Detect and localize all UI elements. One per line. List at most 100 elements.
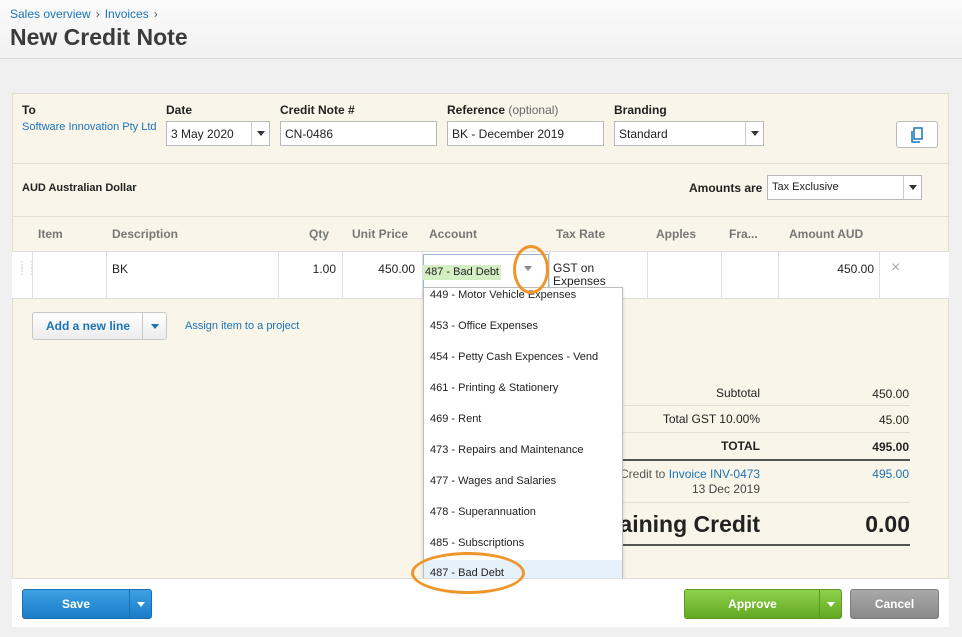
dropdown-option[interactable]: 485 - Subscriptions xyxy=(424,530,622,561)
chevron-down-icon xyxy=(524,266,532,271)
subtotal-label: Subtotal xyxy=(715,386,760,400)
breadcrumb-separator: › xyxy=(153,7,158,21)
credit-to-prefix: Credit to xyxy=(620,467,666,481)
remaining-credit-value: 0.00 xyxy=(865,511,910,537)
branding-value: Standard xyxy=(619,127,668,141)
reference-optional: (optional) xyxy=(508,103,559,117)
chevron-down-icon xyxy=(256,131,265,136)
total-value: 495.00 xyxy=(872,440,909,454)
add-line-options-button[interactable] xyxy=(142,313,166,339)
dropdown-option[interactable]: 453 - Office Expenses xyxy=(424,313,622,344)
amounts-are-value: Tax Exclusive xyxy=(772,181,839,193)
reference-label-text: Reference xyxy=(447,103,506,117)
branding-select[interactable]: Standard xyxy=(614,121,764,146)
item-cell[interactable] xyxy=(36,262,104,282)
branding-dropdown-button[interactable] xyxy=(745,122,763,145)
approve-label: Approve xyxy=(728,597,777,611)
account-value: 487 - Bad Debt xyxy=(423,265,501,280)
save-label: Save xyxy=(61,597,91,611)
account-dropdown-button[interactable] xyxy=(524,266,532,271)
column-header-tax-rate: Tax Rate xyxy=(556,227,606,241)
amounts-are-select[interactable]: Tax Exclusive xyxy=(767,175,922,200)
page-title: New Credit Note xyxy=(10,24,188,50)
breadcrumb: Sales overview › Invoices › xyxy=(10,7,163,21)
drag-handle-icon[interactable]: ⋮⋮ ⋮⋮ xyxy=(17,261,37,277)
column-header-amount: Amount AUD xyxy=(789,227,864,241)
chevron-down-icon xyxy=(908,185,917,190)
reference-field[interactable]: BK - December 2019 xyxy=(447,121,604,146)
column-header-fra: Fra... xyxy=(729,227,758,241)
assign-project-link[interactable]: Assign item to a project xyxy=(185,320,299,332)
dropdown-option[interactable]: 477 - Wages and Salaries xyxy=(424,468,622,499)
contact-link[interactable]: Software Innovation Pty Ltd xyxy=(22,121,157,133)
chevron-down-icon xyxy=(150,323,159,329)
chevron-down-icon xyxy=(826,601,835,607)
dropdown-option[interactable]: 454 - Petty Cash Expences - Vend xyxy=(424,344,622,375)
column-header-apples: Apples xyxy=(656,227,697,241)
amounts-are-label: Amounts are xyxy=(689,181,763,195)
cell-divider xyxy=(106,252,107,299)
dropdown-option[interactable]: 461 - Printing & Stationery xyxy=(424,375,622,406)
breadcrumb-invoices[interactable]: Invoices xyxy=(105,7,149,21)
gst-label: Total GST 10.00% xyxy=(662,412,760,426)
cell-divider xyxy=(342,252,343,299)
cell-divider xyxy=(32,252,33,299)
total-label: TOTAL xyxy=(721,439,760,453)
cell-divider xyxy=(278,252,279,299)
approve-options-button[interactable] xyxy=(819,590,841,618)
copy-button[interactable] xyxy=(896,121,938,148)
qty-cell[interactable]: 1.00 xyxy=(282,262,336,276)
chevron-down-icon xyxy=(750,131,759,136)
column-header-unit-price: Unit Price xyxy=(352,227,409,241)
amounts-are-dropdown-button[interactable] xyxy=(903,176,921,199)
column-header-account: Account xyxy=(429,227,477,241)
column-header-item: Item xyxy=(38,227,63,241)
add-new-line-button[interactable]: Add a new line xyxy=(32,312,167,340)
date-field[interactable]: 3 May 2020 xyxy=(166,121,270,146)
cancel-button[interactable]: Cancel xyxy=(850,589,939,619)
unit-price-cell[interactable]: 450.00 xyxy=(346,262,415,276)
delete-row-icon[interactable]: × xyxy=(891,259,900,277)
divider xyxy=(620,544,910,546)
date-picker-button[interactable] xyxy=(251,122,269,145)
cell-divider xyxy=(647,252,648,299)
divider xyxy=(620,502,910,503)
divider xyxy=(620,432,910,433)
copy-icon xyxy=(911,126,923,143)
breadcrumb-sales-overview[interactable]: Sales overview xyxy=(10,7,91,21)
dropdown-option[interactable]: 473 - Repairs and Maintenance xyxy=(424,437,622,468)
subtotal-value: 450.00 xyxy=(872,387,909,401)
description-cell[interactable]: BK xyxy=(112,262,128,276)
credit-to-date: 13 Dec 2019 xyxy=(691,482,760,496)
date-value: 3 May 2020 xyxy=(171,127,234,141)
breadcrumb-separator: › xyxy=(95,7,100,21)
tax-rate-cell[interactable]: GST on Expenses xyxy=(553,262,606,288)
divider xyxy=(620,459,910,461)
approve-button[interactable]: Approve xyxy=(684,589,842,619)
dropdown-option[interactable]: 469 - Rent xyxy=(424,406,622,437)
divider xyxy=(12,163,949,164)
dropdown-option[interactable]: 449 - Motor Vehicle Expenses xyxy=(424,288,622,313)
amount-cell: 450.00 xyxy=(837,262,874,276)
cell-divider xyxy=(721,252,722,299)
credit-note-number-label: Credit Note # xyxy=(280,103,355,117)
dropdown-option[interactable]: 478 - Superannuation xyxy=(424,499,622,530)
column-header-description: Description xyxy=(112,227,179,241)
date-label: Date xyxy=(166,103,193,117)
reference-label: Reference (optional) xyxy=(447,103,558,117)
gst-value: 45.00 xyxy=(878,413,909,427)
branding-label: Branding xyxy=(614,103,667,117)
cell-divider xyxy=(879,252,880,299)
save-options-button[interactable] xyxy=(129,590,151,618)
save-button[interactable]: Save xyxy=(22,589,152,619)
column-header-qty: Qty xyxy=(309,227,330,241)
chevron-down-icon xyxy=(136,601,145,607)
credit-to-line: Credit to Invoice INV-0473 xyxy=(620,467,760,481)
divider xyxy=(620,405,910,406)
currency-label: AUD Australian Dollar xyxy=(22,182,137,194)
credit-note-number-field[interactable]: CN-0486 xyxy=(280,121,437,146)
add-new-line-label: Add a new line xyxy=(45,319,130,333)
account-dropdown-list: 449 - Motor Vehicle Expenses 453 - Offic… xyxy=(423,287,623,589)
credit-to-value[interactable]: 495.00 xyxy=(820,467,909,481)
credit-invoice-link[interactable]: Invoice INV-0473 xyxy=(669,467,760,481)
